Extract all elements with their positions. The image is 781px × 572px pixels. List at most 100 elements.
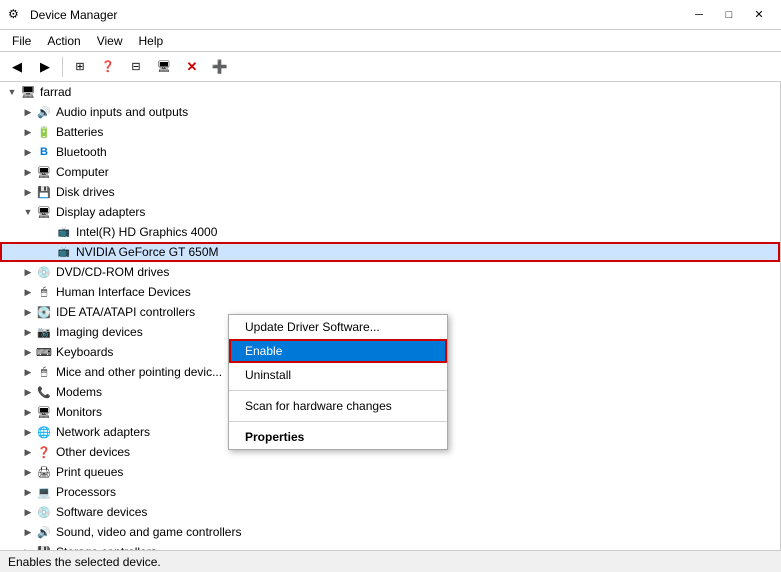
tree-item-batteries[interactable]: ▶ 🔋 Batteries [0,122,780,142]
back-button[interactable]: ◀ [4,55,30,79]
tree-item-audio[interactable]: ▶ 🔊 Audio inputs and outputs [0,102,780,122]
label-software: Software devices [56,505,147,519]
icon-imaging: 📷 [36,324,52,340]
label-displayadapters: Display adapters [56,205,145,219]
expander-farrad[interactable]: ▼ [4,82,20,102]
maximize-button[interactable]: □ [715,5,743,25]
label-monitors: Monitors [56,405,102,419]
icon-display: 🖥 [36,204,52,220]
device-tree[interactable]: ▼ 🖥 farrad ▶ 🔊 Audio inputs and outputs … [0,82,781,550]
expander-sound[interactable]: ▶ [20,522,36,542]
context-separator-1 [229,390,447,391]
icon-software: 💿 [36,504,52,520]
forward-button[interactable]: ▶ [32,55,58,79]
tree-item-hid[interactable]: ▶ 🖱 Human Interface Devices [0,282,780,302]
close-button[interactable]: ✕ [745,5,773,25]
icon-battery: 🔋 [36,124,52,140]
context-uninstall[interactable]: Uninstall [229,363,447,387]
label-network: Network adapters [56,425,150,439]
icon-other: ❓ [36,444,52,460]
icon-keyboard: ⌨ [36,344,52,360]
device-prop-button[interactable]: ⊟ [123,55,149,79]
menu-action[interactable]: Action [39,32,88,50]
context-update-driver[interactable]: Update Driver Software... [229,315,447,339]
menu-file[interactable]: File [4,32,39,50]
tree-item-farrad[interactable]: ▼ 🖥 farrad [0,82,780,102]
expander-monitors[interactable]: ▶ [20,402,36,422]
expander-mice[interactable]: ▶ [20,362,36,382]
menu-help[interactable]: Help [131,32,172,50]
icon-mouse: 🖱 [36,364,52,380]
icon-ide: 💽 [36,304,52,320]
minimize-button[interactable]: ─ [685,5,713,25]
properties-button[interactable]: ⊞ [67,55,93,79]
tree-item-software[interactable]: ▶ 💿 Software devices [0,502,780,522]
context-properties[interactable]: Properties [229,425,447,449]
label-audio: Audio inputs and outputs [56,105,188,119]
tree-item-displayadapters[interactable]: ▼ 🖥 Display adapters [0,202,780,222]
icon-sound: 🔊 [36,524,52,540]
status-text: Enables the selected device. [8,555,161,569]
expander-ide[interactable]: ▶ [20,302,36,322]
tree-item-nvidia[interactable]: ▶ 📺 NVIDIA GeForce GT 650M [0,242,780,262]
update-button[interactable]: ➕ [207,55,233,79]
tree-item-sound[interactable]: ▶ 🔊 Sound, video and game controllers [0,522,780,542]
label-keyboards: Keyboards [56,345,113,359]
icon-processor: 💻 [36,484,52,500]
expander-storage[interactable]: ▶ [20,542,36,550]
expander-processors[interactable]: ▶ [20,482,36,502]
label-batteries: Batteries [56,125,103,139]
tree-item-intel[interactable]: ▶ 📺 Intel(R) HD Graphics 4000 [0,222,780,242]
tree-item-bluetooth[interactable]: ▶ B Bluetooth [0,142,780,162]
expander-modems[interactable]: ▶ [20,382,36,402]
icon-monitor: 🖥 [36,404,52,420]
expander-disk[interactable]: ▶ [20,182,36,202]
menu-bar: File Action View Help [0,30,781,52]
label-hid: Human Interface Devices [56,285,191,299]
toolbar: ◀ ▶ ⊞ ❓ ⊟ 🖥 ✕ ➕ [0,52,781,82]
context-scan[interactable]: Scan for hardware changes [229,394,447,418]
window-title: Device Manager [30,8,117,22]
menu-view[interactable]: View [89,32,131,50]
expander-hid[interactable]: ▶ [20,282,36,302]
icon-print: 🖨 [36,464,52,480]
icon-computer: 🖥 [20,84,36,100]
disable-button[interactable]: ✕ [179,55,205,79]
label-print: Print queues [56,465,123,479]
expander-software[interactable]: ▶ [20,502,36,522]
icon-network: 🌐 [36,424,52,440]
label-farrad: farrad [40,85,71,99]
help-button[interactable]: ❓ [95,55,121,79]
icon-hid: 🖱 [36,284,52,300]
tree-item-diskdrives[interactable]: ▶ 💾 Disk drives [0,182,780,202]
tree-item-storage[interactable]: ▶ 💾 Storage controllers [0,542,780,550]
label-modems: Modems [56,385,102,399]
icon-computer2: 🖥 [36,164,52,180]
status-bar: Enables the selected device. [0,550,781,572]
tree-item-dvd[interactable]: ▶ 💿 DVD/CD-ROM drives [0,262,780,282]
tree-item-computer[interactable]: ▶ 🖥 Computer [0,162,780,182]
toolbar-separator-1 [62,57,63,77]
expander-print[interactable]: ▶ [20,462,36,482]
tree-item-print[interactable]: ▶ 🖨 Print queues [0,462,780,482]
label-nvidia: NVIDIA GeForce GT 650M [76,245,219,259]
icon-disk: 💾 [36,184,52,200]
label-processors: Processors [56,485,116,499]
expander-audio[interactable]: ▶ [20,102,36,122]
scan-button[interactable]: 🖥 [151,55,177,79]
expander-dvd[interactable]: ▶ [20,262,36,282]
icon-modem: 📞 [36,384,52,400]
expander-imaging[interactable]: ▶ [20,322,36,342]
expander-other[interactable]: ▶ [20,442,36,462]
icon-storage: 💾 [36,544,52,550]
label-bluetooth: Bluetooth [56,145,107,159]
expander-network[interactable]: ▶ [20,422,36,442]
context-enable[interactable]: Enable [229,339,447,363]
expander-display[interactable]: ▼ [20,202,36,222]
icon-bluetooth: B [36,144,52,160]
expander-batteries[interactable]: ▶ [20,122,36,142]
tree-item-processors[interactable]: ▶ 💻 Processors [0,482,780,502]
expander-bluetooth[interactable]: ▶ [20,142,36,162]
expander-computer[interactable]: ▶ [20,162,36,182]
expander-keyboards[interactable]: ▶ [20,342,36,362]
